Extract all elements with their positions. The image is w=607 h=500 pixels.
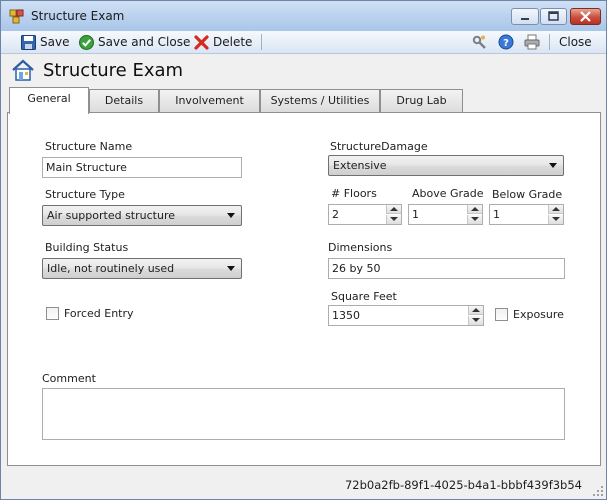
structure-damage-label: StructureDamage — [330, 140, 428, 153]
save-icon — [21, 34, 36, 50]
square-feet-label: Square Feet — [331, 290, 397, 303]
tab-label: Drug Lab — [396, 94, 447, 107]
spin-down-icon[interactable] — [386, 215, 401, 224]
tab-label: Involvement — [175, 94, 244, 107]
chevron-down-icon — [227, 266, 235, 271]
tab-systems-utilities[interactable]: Systems / Utilities — [260, 89, 380, 112]
close-label: Close — [559, 35, 592, 49]
window-close-button[interactable] — [570, 8, 601, 25]
resize-grip-icon[interactable] — [592, 485, 604, 497]
close-button[interactable]: Close — [559, 32, 592, 52]
dimensions-input[interactable]: 26 by 50 — [328, 258, 565, 279]
square-feet-stepper[interactable]: 1350 — [328, 305, 484, 326]
spin-down-icon[interactable] — [467, 215, 482, 224]
below-grade-value: 1 — [493, 208, 500, 221]
save-and-close-button[interactable]: Save and Close — [79, 32, 190, 52]
minimize-icon — [521, 18, 529, 20]
structure-type-label: Structure Type — [45, 188, 125, 201]
tab-label: Details — [104, 94, 144, 107]
save-button[interactable]: Save — [21, 32, 69, 52]
app-icon — [9, 9, 24, 24]
tab-details[interactable]: Details — [89, 89, 159, 112]
page-title: Structure Exam — [43, 60, 184, 81]
above-grade-label: Above Grade — [412, 187, 484, 200]
maximize-icon — [548, 11, 559, 21]
tools-button[interactable] — [471, 32, 491, 52]
floors-stepper[interactable]: 2 — [328, 204, 402, 225]
window-title: Structure Exam — [31, 9, 125, 23]
delete-x-icon — [194, 34, 209, 50]
dimensions-label: Dimensions — [328, 241, 393, 254]
chevron-down-icon — [227, 213, 235, 218]
structure-damage-value: Extensive — [333, 159, 387, 172]
tools-icon — [472, 35, 486, 49]
forced-entry-checkbox[interactable] — [46, 307, 59, 320]
building-status-dropdown[interactable]: Idle, not routinely used — [42, 258, 242, 279]
below-grade-stepper[interactable]: 1 — [489, 204, 564, 225]
print-icon — [524, 34, 540, 50]
print-button[interactable] — [524, 32, 544, 52]
building-status-value: Idle, not routinely used — [47, 262, 175, 275]
spin-down-icon[interactable] — [548, 215, 563, 224]
structure-name-label: Structure Name — [45, 140, 133, 153]
checkmark-icon — [79, 34, 94, 50]
minimize-button[interactable] — [511, 8, 539, 25]
structure-name-input[interactable]: Main Structure — [42, 157, 242, 178]
square-feet-value: 1350 — [332, 309, 360, 322]
delete-button[interactable]: Delete — [194, 32, 252, 52]
help-button[interactable]: ? — [498, 32, 518, 52]
page-header: Structure Exam — [1, 54, 606, 86]
floors-label: # Floors — [331, 187, 377, 200]
toolbar: Save Save and Close Delete ? Close — [1, 31, 606, 54]
tab-involvement[interactable]: Involvement — [159, 89, 260, 112]
house-icon — [12, 59, 34, 81]
spin-up-icon[interactable] — [548, 205, 563, 214]
structure-type-dropdown[interactable]: Air supported structure — [42, 205, 242, 226]
save-label: Save — [40, 35, 70, 49]
help-icon: ? — [498, 34, 514, 50]
spin-down-icon[interactable] — [468, 316, 483, 325]
comment-textarea[interactable] — [42, 388, 565, 440]
spin-up-icon[interactable] — [467, 205, 482, 214]
above-grade-stepper[interactable]: 1 — [408, 204, 483, 225]
floors-value: 2 — [332, 208, 339, 221]
status-bar: 72b0a2fb-89f1-4025-b4a1-bbbf439f3b54 — [1, 470, 606, 499]
maximize-button[interactable] — [540, 8, 567, 25]
exposure-checkbox[interactable] — [495, 308, 508, 321]
toolbar-separator — [261, 34, 262, 50]
tab-label: Systems / Utilities — [270, 94, 370, 107]
app-window: Structure Exam Save Save and Close Delet… — [0, 0, 607, 500]
exposure-label: Exposure — [513, 308, 564, 321]
record-id: 72b0a2fb-89f1-4025-b4a1-bbbf439f3b54 — [344, 478, 582, 492]
comment-label: Comment — [42, 372, 96, 385]
tab-strip: General Details Involvement Systems / Ut… — [7, 87, 602, 114]
below-grade-label: Below Grade — [492, 188, 563, 201]
structure-damage-dropdown[interactable]: Extensive — [328, 155, 564, 176]
save-and-close-label: Save and Close — [98, 35, 191, 49]
tab-general[interactable]: General — [9, 87, 89, 114]
building-status-label: Building Status — [45, 241, 129, 254]
spin-up-icon[interactable] — [468, 306, 483, 315]
tab-label: General — [27, 92, 71, 105]
above-grade-value: 1 — [412, 208, 419, 221]
svg-text:?: ? — [503, 38, 509, 49]
tab-drug-lab[interactable]: Drug Lab — [380, 89, 463, 112]
general-tab-panel: Structure Name Main Structure Structure … — [7, 112, 601, 466]
toolbar-separator — [549, 34, 550, 50]
title-bar[interactable]: Structure Exam — [1, 1, 606, 31]
close-icon — [580, 11, 591, 22]
chevron-down-icon — [549, 163, 557, 168]
delete-label: Delete — [213, 35, 253, 49]
forced-entry-label: Forced Entry — [64, 307, 134, 320]
spin-up-icon[interactable] — [386, 205, 401, 214]
structure-type-value: Air supported structure — [47, 209, 175, 222]
